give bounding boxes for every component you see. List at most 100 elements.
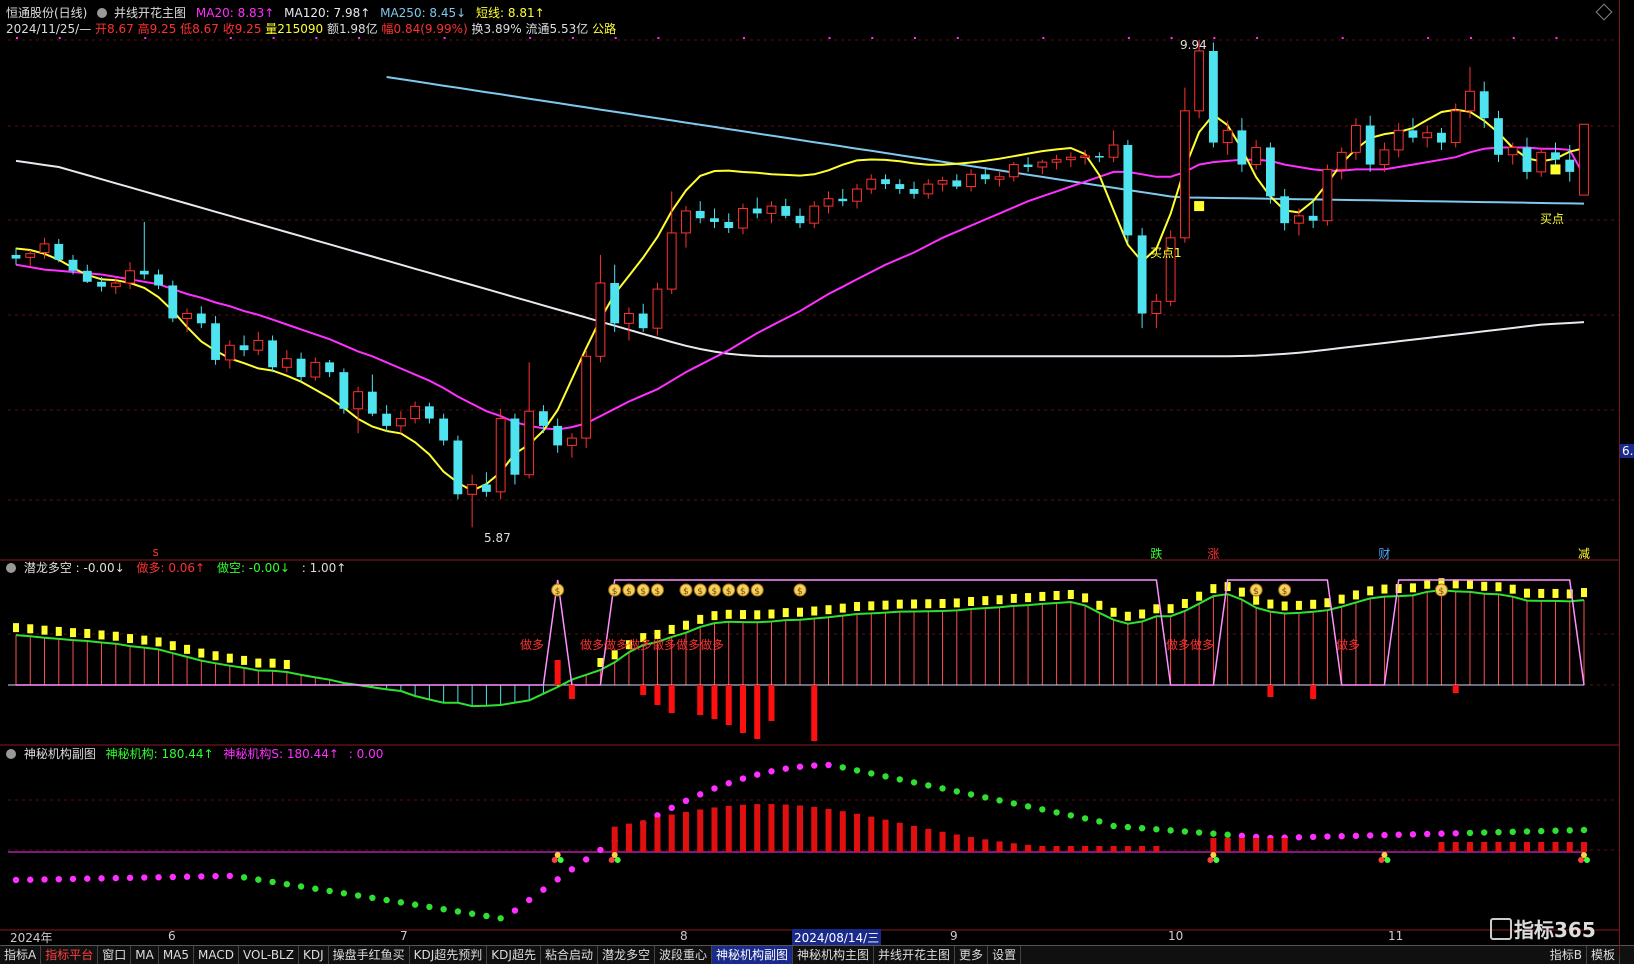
toolbar-btn-11[interactable]: 粘合启动 bbox=[541, 946, 598, 964]
p3-dot bbox=[711, 785, 718, 792]
p2-yellow-mark bbox=[155, 637, 162, 647]
p3-dot bbox=[1081, 815, 1089, 822]
candle-body bbox=[1507, 146, 1518, 156]
toolbar-btn-10[interactable]: KDJ超先 bbox=[487, 946, 541, 964]
candle bbox=[11, 247, 21, 265]
p3-dot bbox=[782, 765, 789, 772]
candle bbox=[652, 283, 663, 336]
toolbar-btn-16[interactable]: 并线开花主图 bbox=[874, 946, 956, 964]
toolbar-btn-14[interactable]: 神秘机构副图 bbox=[712, 946, 794, 964]
brand-text: 指标365 bbox=[1514, 918, 1596, 942]
p3-dot bbox=[240, 874, 248, 881]
candle bbox=[196, 306, 206, 329]
money-bag-symbol: $ bbox=[754, 587, 760, 597]
toolbar-btn-0[interactable]: 指标A bbox=[0, 946, 42, 964]
p3-red-bar bbox=[953, 834, 960, 852]
toolbar-btn-13[interactable]: 波段重心 bbox=[655, 946, 712, 964]
top-dot bbox=[529, 37, 532, 39]
candle-body bbox=[610, 283, 620, 324]
p3-red-bar bbox=[911, 825, 918, 852]
candle bbox=[1479, 81, 1489, 128]
money-bag-icon-2: $ bbox=[622, 583, 636, 597]
candle-body bbox=[652, 288, 663, 329]
candle bbox=[1123, 140, 1133, 243]
p3-dot bbox=[55, 875, 62, 883]
p3-dot bbox=[1195, 829, 1203, 836]
p2-yellow-mark bbox=[112, 631, 119, 641]
toolbar-btn-4[interactable]: MA5 bbox=[159, 946, 195, 964]
toolbar-btn-1[interactable]: 指标平台 bbox=[41, 946, 99, 964]
toolbar-right-btn-0[interactable]: 指标B bbox=[1546, 946, 1587, 964]
p2-yellow-mark bbox=[996, 595, 1003, 605]
p2-red-block-11 bbox=[1267, 685, 1274, 697]
toolbar-btn-5[interactable]: MACD bbox=[194, 946, 239, 964]
toolbar-right-btn-1[interactable]: 模板 bbox=[1587, 946, 1620, 964]
p3-dot bbox=[126, 874, 134, 882]
zuoduo-label-group3: 做多 bbox=[1336, 638, 1361, 652]
candle-body bbox=[1522, 147, 1532, 172]
p3-dot bbox=[1138, 824, 1146, 832]
money-bag-icon-1: $ bbox=[608, 583, 622, 597]
toolbar-btn-15[interactable]: 神秘机构主图 bbox=[793, 946, 875, 964]
candle-body bbox=[1051, 159, 1062, 163]
high-price-label: 9.94 bbox=[1180, 38, 1207, 52]
p2-red-block-12 bbox=[1310, 685, 1317, 699]
p2-yellow-mark bbox=[1523, 588, 1530, 598]
panel3-title[interactable]: 神秘机构副图 bbox=[24, 747, 96, 761]
candle-body bbox=[125, 270, 135, 284]
toolbar-btn-8[interactable]: 操盘手红鱼买 bbox=[329, 946, 410, 964]
flower-petal bbox=[557, 857, 564, 863]
p3-red-bar bbox=[839, 811, 846, 852]
toolbar-btn-2[interactable]: 窗口 bbox=[98, 946, 132, 964]
toolbar-btn-9[interactable]: KDJ超先预判 bbox=[410, 946, 488, 964]
p2-red-block-10 bbox=[811, 685, 818, 741]
candle-body bbox=[339, 372, 349, 409]
candle bbox=[524, 362, 535, 479]
p3-red-bar bbox=[697, 809, 704, 852]
candle bbox=[1322, 164, 1333, 226]
candle-body bbox=[481, 484, 491, 492]
candle bbox=[923, 179, 934, 199]
panel2-settings-icon[interactable] bbox=[6, 563, 16, 573]
toolbar-btn-12[interactable]: 潜龙多空 bbox=[598, 946, 655, 964]
candle bbox=[439, 413, 449, 446]
candle-body bbox=[624, 313, 634, 324]
p3-dot bbox=[426, 903, 433, 911]
candle bbox=[481, 472, 491, 497]
toolbar-btn-7[interactable]: KDJ bbox=[299, 946, 329, 964]
p3-red-bar bbox=[1082, 846, 1089, 852]
price-chart[interactable]: $ $ $ $ $ $ $ $ $ $ $ $ $ $ $ bbox=[0, 0, 1620, 935]
p3-dot bbox=[183, 873, 191, 880]
candle-body bbox=[766, 205, 777, 214]
panel3-settings-icon[interactable] bbox=[6, 749, 16, 759]
toolbar-btn-17[interactable]: 更多 bbox=[955, 946, 989, 964]
toolbar-btn-18[interactable]: 设置 bbox=[988, 946, 1022, 964]
money-bag-icon-6: $ bbox=[693, 583, 707, 597]
candle-body bbox=[909, 188, 919, 194]
low-price-label: 5.87 bbox=[484, 531, 511, 545]
p3-dot bbox=[796, 763, 804, 770]
panel2-title[interactable]: 潜龙多空 bbox=[24, 561, 72, 575]
candle-body bbox=[11, 254, 21, 259]
p2-red-block-8 bbox=[754, 685, 761, 739]
p2-yellow-mark bbox=[939, 599, 946, 609]
p2-yellow-mark bbox=[1067, 590, 1074, 600]
p3-red-bar bbox=[1238, 838, 1245, 852]
toolbar-btn-6[interactable]: VOL-BLZ bbox=[239, 946, 299, 964]
p3-red-bar bbox=[1523, 842, 1530, 852]
candle bbox=[1094, 152, 1104, 163]
toolbar-btn-3[interactable]: MA bbox=[131, 946, 159, 964]
top-dot bbox=[1469, 37, 1472, 39]
candle-body bbox=[1365, 125, 1375, 165]
panel2-main-value: : -0.00↓ bbox=[75, 561, 125, 575]
p2-yellow-mark bbox=[968, 596, 975, 606]
p3-dot bbox=[1552, 827, 1559, 834]
candle bbox=[1365, 115, 1375, 172]
p3-dot bbox=[697, 791, 704, 798]
money-bag-symbol: $ bbox=[1253, 587, 1259, 597]
p3-dot bbox=[1366, 832, 1374, 839]
p3-red-bar bbox=[711, 807, 718, 852]
money-bag-icon-9: $ bbox=[736, 583, 750, 597]
panel2-extra-value: : 1.00↑ bbox=[301, 561, 347, 575]
p2-yellow-mark bbox=[184, 644, 191, 654]
